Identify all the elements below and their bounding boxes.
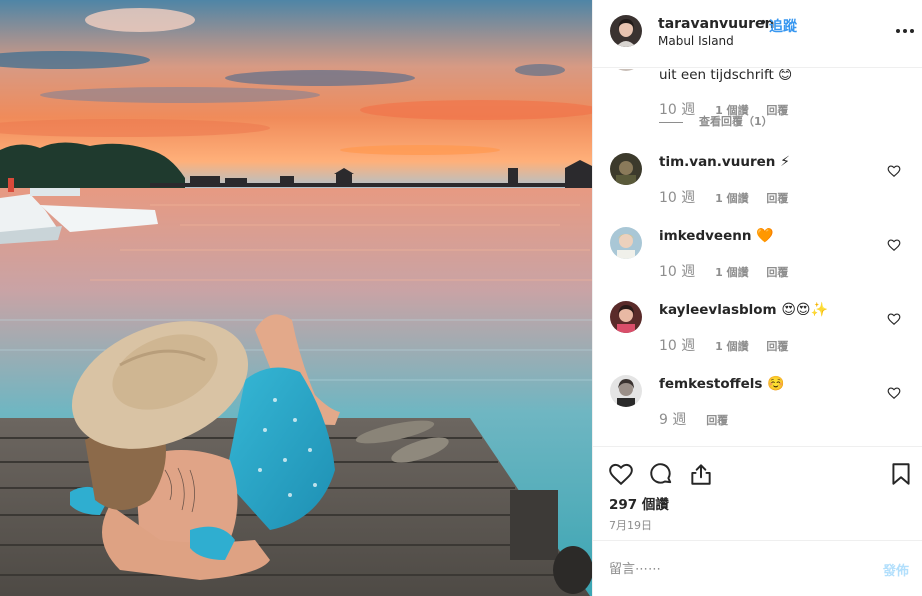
- comment-item: kayleevlasblom 😍😍✨ 10 週 1 個讚 回覆: [593, 301, 922, 371]
- reply-button[interactable]: 回覆: [766, 266, 788, 279]
- heart-icon[interactable]: [608, 461, 634, 487]
- comment-heart-icon[interactable]: [887, 163, 901, 178]
- comment-meta: 10 週 1 個讚 回覆: [659, 261, 802, 281]
- post-location[interactable]: Mabul Island: [658, 34, 734, 48]
- likes-count[interactable]: 297 個讚: [609, 493, 669, 513]
- comment-input[interactable]: [609, 559, 849, 579]
- comment-heart-icon[interactable]: [887, 385, 901, 400]
- reply-button[interactable]: 回覆: [706, 414, 728, 427]
- post-header: taravanvuuren • 追蹤 Mabul Island: [593, 0, 922, 68]
- view-replies-button[interactable]: 查看回覆（1）: [659, 113, 773, 129]
- comment-meta: 10 週 1 個讚 回覆: [659, 187, 802, 207]
- comment-avatar[interactable]: [610, 301, 642, 333]
- follow-button[interactable]: 追蹤: [769, 16, 797, 36]
- comment-heart-icon[interactable]: [887, 237, 901, 252]
- comment-avatar[interactable]: [610, 227, 642, 259]
- post-date[interactable]: 7月19日: [609, 517, 652, 533]
- comment-meta: 9 週 回覆: [659, 409, 742, 429]
- comment-line: tim.van.vuuren ⚡: [659, 154, 790, 170]
- comment-text: 😍😍✨: [781, 302, 828, 318]
- comment-item: imkedveenn 🧡 10 週 1 個讚 回覆: [593, 227, 922, 297]
- author-avatar[interactable]: [610, 15, 642, 47]
- comment-username[interactable]: tim.van.vuuren: [659, 154, 775, 170]
- comment-avatar[interactable]: [610, 375, 642, 407]
- post-comment-button[interactable]: 發佈: [883, 560, 909, 579]
- bookmark-icon[interactable]: [888, 461, 914, 487]
- comment-item: uit een tijdschrift 😊 10 週 1 個讚 回覆: [593, 69, 922, 119]
- comment-avatar[interactable]: [610, 153, 642, 185]
- replies-divider: [659, 121, 683, 123]
- comment-line: femkestoffels ☺️: [659, 376, 785, 392]
- post-side-panel: taravanvuuren • 追蹤 Mabul Island uit een …: [592, 0, 922, 596]
- comments-list[interactable]: uit een tijdschrift 😊 10 週 1 個讚 回覆 查看回覆（…: [593, 69, 922, 445]
- reply-button[interactable]: 回覆: [766, 340, 788, 353]
- post-photo[interactable]: [0, 0, 592, 596]
- comment-icon[interactable]: [648, 461, 674, 487]
- comment-text: ⚡: [780, 154, 790, 170]
- comment-item: femkestoffels ☺️ 9 週 回覆: [593, 375, 922, 445]
- author-username[interactable]: taravanvuuren: [658, 16, 774, 32]
- comment-likes[interactable]: 1 個讚: [715, 340, 748, 353]
- comment-meta: 10 週 1 個讚 回覆: [659, 335, 802, 355]
- comment-age[interactable]: 10 週: [659, 338, 695, 354]
- comment-username[interactable]: femkestoffels: [659, 376, 762, 392]
- sunset-dock-image: [0, 0, 592, 596]
- comment-age[interactable]: 9 週: [659, 412, 686, 428]
- reply-button[interactable]: 回覆: [766, 192, 788, 205]
- comment-text: uit een tijdschrift 😊: [659, 69, 793, 83]
- comment-username[interactable]: kayleevlasblom: [659, 302, 777, 318]
- comment-age[interactable]: 10 週: [659, 190, 695, 206]
- comment-heart-icon[interactable]: [887, 311, 901, 326]
- share-icon[interactable]: [688, 461, 714, 487]
- add-comment-bar: 發佈: [593, 540, 922, 596]
- comment-likes[interactable]: 1 個讚: [715, 266, 748, 279]
- comment-avatar[interactable]: [610, 69, 642, 71]
- comment-age[interactable]: 10 週: [659, 264, 695, 280]
- post-actions: 297 個讚 7月19日: [593, 446, 922, 540]
- comment-username[interactable]: imkedveenn: [659, 228, 751, 244]
- comment-likes[interactable]: 1 個讚: [715, 192, 748, 205]
- separator-dot: •: [759, 15, 768, 31]
- comment-line: imkedveenn 🧡: [659, 228, 774, 244]
- comment-text: 🧡: [756, 228, 774, 244]
- comment-text: ☺️: [767, 376, 785, 392]
- ellipsis-icon[interactable]: [895, 23, 915, 39]
- view-replies-label: 查看回覆（1）: [699, 115, 773, 128]
- comment-item: tim.van.vuuren ⚡ 10 週 1 個讚 回覆: [593, 153, 922, 223]
- comment-line: kayleevlasblom 😍😍✨: [659, 302, 828, 318]
